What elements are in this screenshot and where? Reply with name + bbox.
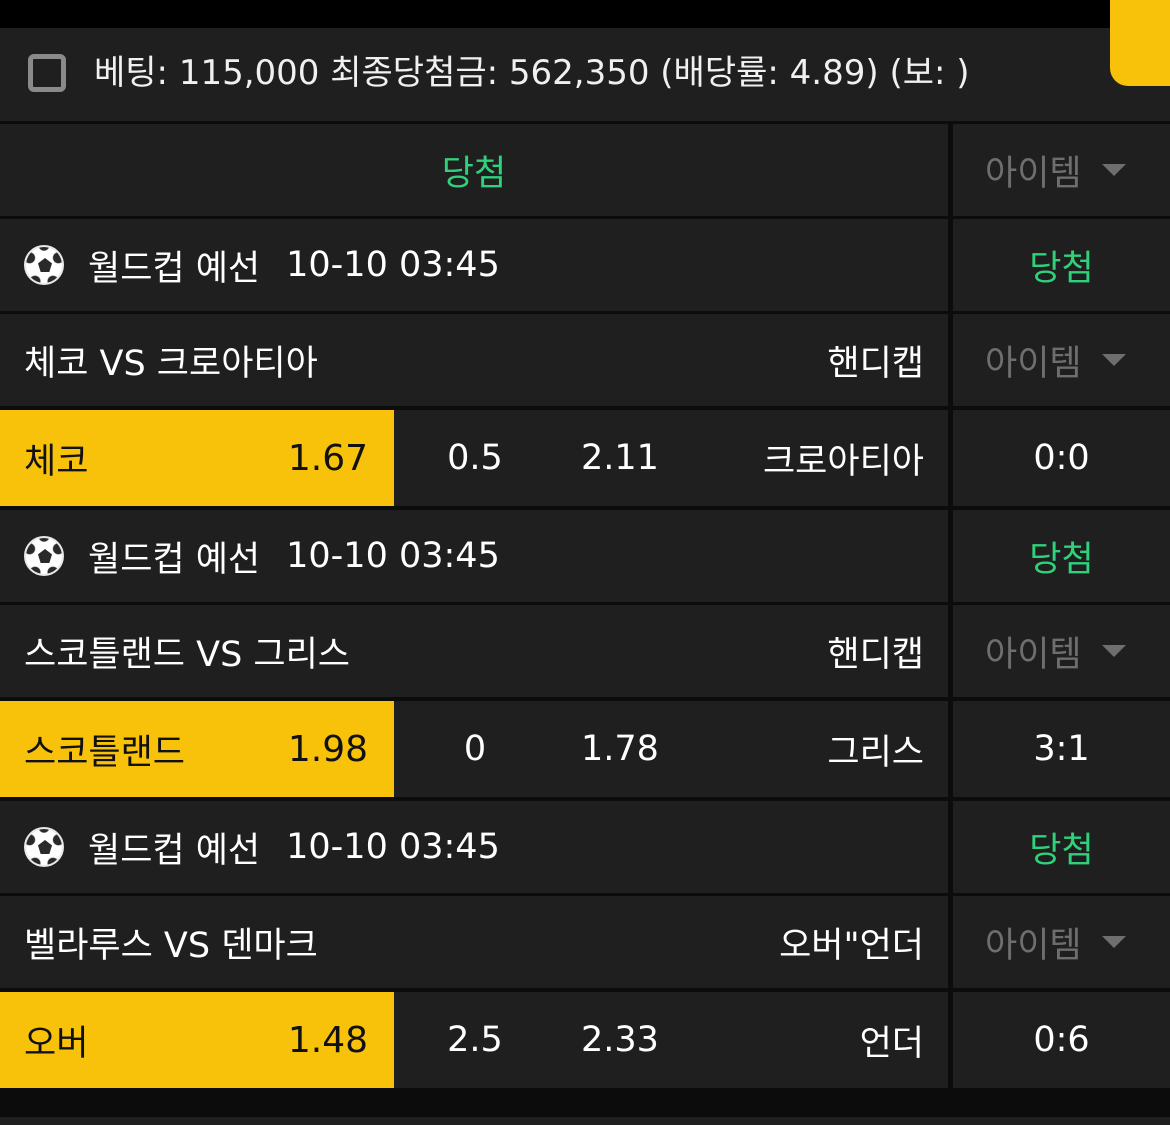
pick-odds: 1.67 bbox=[287, 437, 368, 479]
soccer-ball-icon bbox=[24, 245, 64, 285]
match-score: 0:6 bbox=[1033, 1020, 1090, 1060]
item-dropdown[interactable]: 아이템 bbox=[985, 896, 1126, 988]
odds-row: 오버 1.48 2.5 2.33 언더 0:6 bbox=[0, 992, 1170, 1088]
selected-pick[interactable]: 스코틀랜드 1.98 bbox=[0, 701, 394, 797]
selected-pick[interactable]: 체코 1.67 bbox=[0, 410, 394, 506]
column-divider bbox=[948, 314, 953, 406]
bet-summary-bar: 베팅: 115,000 최종당첨금: 562,350 (배당률: 4.89) (… bbox=[0, 28, 1170, 121]
match-datetime: 10-10 03:45 bbox=[286, 245, 500, 285]
other-odds[interactable]: 2.33 bbox=[581, 992, 659, 1088]
corner-tab[interactable] bbox=[1110, 0, 1170, 86]
game-status: 당첨 bbox=[1029, 248, 1094, 289]
column-divider bbox=[948, 896, 953, 988]
bet-type: 핸디캡 bbox=[827, 343, 924, 384]
match-datetime: 10-10 03:45 bbox=[286, 536, 500, 576]
slip-status-row: 당첨 아이템 bbox=[0, 124, 1170, 216]
matchup-title: 벨라루스 VS 덴마크 bbox=[24, 925, 318, 966]
league-info: 월드컵 예선 10-10 03:45 bbox=[24, 510, 500, 602]
odds-row: 체코 1.67 0.5 2.11 크로아티아 0:0 bbox=[0, 410, 1170, 506]
league-info: 월드컵 예선 10-10 03:45 bbox=[24, 219, 500, 311]
game-status: 당첨 bbox=[1029, 830, 1094, 871]
match-datetime: 10-10 03:45 bbox=[286, 827, 500, 867]
column-divider bbox=[948, 605, 953, 697]
game-header-row: 월드컵 예선 10-10 03:45 당첨 bbox=[0, 801, 1170, 893]
bet-type: 핸디캡 bbox=[827, 634, 924, 675]
item-dropdown[interactable]: 아이템 bbox=[985, 605, 1126, 697]
game-header-row: 월드컵 예선 10-10 03:45 당첨 bbox=[0, 510, 1170, 602]
selected-pick[interactable]: 오버 1.48 bbox=[0, 992, 394, 1088]
matchup-row: 스코틀랜드 VS 그리스 핸디캡 아이템 bbox=[0, 605, 1170, 697]
odds-row: 스코틀랜드 1.98 0 1.78 그리스 3:1 bbox=[0, 701, 1170, 797]
other-side-name[interactable]: 그리스 bbox=[827, 701, 924, 797]
other-side-name[interactable]: 언더 bbox=[860, 992, 924, 1088]
bet-type: 오버"언더 bbox=[779, 925, 924, 966]
league-name: 월드컵 예선 bbox=[88, 539, 261, 580]
caret-down-icon bbox=[1101, 936, 1126, 948]
match-score: 0:0 bbox=[1033, 438, 1090, 478]
item-dropdown[interactable]: 아이템 bbox=[985, 314, 1126, 406]
handicap-line: 0 bbox=[463, 729, 487, 769]
other-side-name[interactable]: 크로아티아 bbox=[763, 410, 924, 506]
item-dropdown-label: 아이템 bbox=[985, 925, 1082, 966]
other-odds[interactable]: 1.78 bbox=[581, 701, 659, 797]
slip-status: 당첨 bbox=[441, 153, 507, 194]
pick-name: 스코틀랜드 bbox=[24, 732, 186, 773]
pick-name: 체코 bbox=[24, 441, 89, 482]
column-divider bbox=[948, 124, 953, 216]
item-dropdown-label: 아이템 bbox=[985, 634, 1082, 675]
matchup-title: 스코틀랜드 VS 그리스 bbox=[24, 634, 351, 675]
caret-down-icon bbox=[1101, 645, 1126, 657]
item-dropdown[interactable]: 아이템 bbox=[985, 124, 1126, 216]
bottom-bar bbox=[0, 1117, 1170, 1125]
pick-odds: 1.98 bbox=[287, 728, 368, 770]
item-dropdown-label: 아이템 bbox=[985, 153, 1082, 194]
league-info: 월드컵 예선 10-10 03:45 bbox=[24, 801, 500, 893]
matchup-title: 체코 VS 크로아티아 bbox=[24, 343, 318, 384]
item-dropdown-label: 아이템 bbox=[985, 343, 1082, 384]
handicap-line: 0.5 bbox=[447, 438, 503, 478]
handicap-line: 2.5 bbox=[447, 1020, 503, 1060]
other-odds[interactable]: 2.11 bbox=[581, 410, 659, 506]
bet-summary-text: 베팅: 115,000 최종당첨금: 562,350 (배당률: 4.89) (… bbox=[94, 53, 970, 93]
league-name: 월드컵 예선 bbox=[88, 248, 261, 289]
match-score: 3:1 bbox=[1033, 729, 1090, 769]
soccer-ball-icon bbox=[24, 827, 64, 867]
soccer-ball-icon bbox=[24, 536, 64, 576]
pick-name: 오버 bbox=[24, 1023, 89, 1064]
league-name: 월드컵 예선 bbox=[88, 830, 261, 871]
pick-odds: 1.48 bbox=[287, 1019, 368, 1061]
game-status: 당첨 bbox=[1029, 539, 1094, 580]
caret-down-icon bbox=[1101, 164, 1126, 176]
top-strip bbox=[0, 0, 1170, 28]
game-header-row: 월드컵 예선 10-10 03:45 당첨 bbox=[0, 219, 1170, 311]
matchup-row: 벨라루스 VS 덴마크 오버"언더 아이템 bbox=[0, 896, 1170, 988]
caret-down-icon bbox=[1101, 354, 1126, 366]
select-checkbox[interactable] bbox=[28, 54, 66, 92]
matchup-row: 체코 VS 크로아티아 핸디캡 아이템 bbox=[0, 314, 1170, 406]
